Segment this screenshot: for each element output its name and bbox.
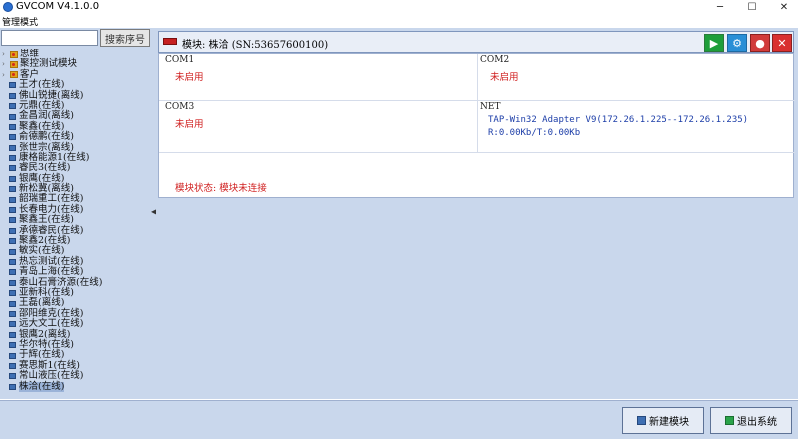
device-icon [9,113,16,120]
exit-icon [725,416,734,425]
close-icon: ✕ [777,36,787,50]
play-icon: ▶ [709,36,719,50]
divider-row [159,100,795,101]
device-icon [9,300,16,307]
device-icon [9,259,16,265]
com2-box: COM2 未启用 [480,55,519,83]
app-icon [3,2,13,12]
search-input[interactable] [1,30,98,46]
device-icon [9,165,16,172]
com2-name: COM2 [480,55,510,65]
module-flag-icon [163,38,177,45]
device-icon [9,175,16,182]
device-icon [9,373,16,380]
stop-button[interactable]: ● [750,34,770,52]
device-icon [9,186,16,193]
net-traffic: R:0.00Kb/T:0.00Kb [488,128,581,138]
tree-item-label: 株洽(在线) [19,380,65,392]
device-icon [9,103,16,110]
device-icon [9,362,16,369]
device-icon [9,227,16,234]
com1-status: 未启用 [175,72,204,83]
settings-button[interactable]: ⚙ [727,34,747,52]
divider-vertical [477,54,478,152]
folder-icon [10,61,18,69]
menu-item-admin-mode[interactable]: 管理模式 [2,15,38,28]
device-icon [9,92,16,99]
module-panel: 模块: 株洽 (SN:53657600100) ▶ ⚙ ● ✕ COM1 未启用… [156,28,798,399]
folder-icon [10,71,18,79]
com3-box: COM3 未启用 [165,102,204,130]
com1-name: COM1 [165,55,195,65]
device-tree: › 思维 › 聚控测试模块 › 客户 王才(在线) 佛山锐捷(离线) 元鼎(在线) 金昌润(离线)… [0,49,150,399]
net-adapter: TAP-Win32 Adapter V9(172.26.1.225--172.2… [488,115,749,125]
close-module-button[interactable]: ✕ [772,34,792,52]
com2-status: 未启用 [490,72,519,83]
search-button[interactable]: 搜索序号 [100,29,150,47]
module-body: COM1 未启用 COM2 未启用 COM3 未启用 NET TAP-Win32… [158,53,795,198]
expand-arrow-icon[interactable]: › [2,59,9,69]
new-module-button[interactable]: 新建模块 [622,407,704,434]
net-name: NET [480,102,501,112]
new-module-icon [637,416,646,425]
device-tree-panel: 搜索序号 › 思维 › 聚控测试模块 › 客户 王才(在线) 佛山锐捷(离线) 元鼎(在线) 金昌… [0,28,152,399]
maximize-button[interactable]: ☐ [738,0,766,14]
gear-icon: ⚙ [732,36,742,50]
tree-item-label: 常山液压(在线) [19,370,84,382]
tree-device-item[interactable]: 株洽(在线) [0,380,150,392]
device-icon [9,248,16,255]
device-icon [9,238,16,245]
tree-device-item[interactable]: 远大文工(在线) [0,318,150,330]
exit-label: 退出系统 [737,417,777,428]
module-header: 模块: 株洽 (SN:53657600100) ▶ ⚙ ● ✕ [158,31,794,53]
device-icon [9,331,16,338]
expand-arrow-icon[interactable]: › [2,70,9,80]
device-icon [9,123,16,130]
device-icon [9,342,16,349]
new-module-label: 新建模块 [649,417,689,428]
device-icon [9,217,16,224]
device-icon [9,290,16,297]
device-icon [9,134,16,141]
title-bar: GVCOM V4.1.0.0 ─ ☐ ✕ [0,0,798,14]
stop-icon: ● [755,36,765,50]
device-icon [9,352,16,359]
divider-status [159,152,795,153]
device-icon [9,207,16,214]
tree-item-label: 远大文工(在线) [19,318,84,330]
com3-status: 未启用 [175,119,204,130]
tree-item-label: 俞德鹏(在线) [19,131,74,143]
menu-bar: 管理模式 [0,14,798,28]
device-icon [9,310,16,317]
device-icon [9,269,16,276]
expand-arrow-icon[interactable]: › [2,49,9,59]
bottom-bar: 新建模块 退出系统 [0,400,798,439]
com3-name: COM3 [165,102,195,112]
device-icon [9,155,16,162]
net-box: NET TAP-Win32 Adapter V9(172.26.1.225--1… [480,102,748,138]
device-icon [9,321,16,328]
device-icon [9,383,16,390]
module-status: 模块状态: 模块未连接 [175,183,267,194]
tree-device-item[interactable]: 俞德鹏(在线) [0,131,150,143]
folder-icon [10,50,18,58]
device-icon [9,144,16,151]
start-button[interactable]: ▶ [704,34,724,52]
module-title: 模块: 株洽 (SN:53657600100) [182,40,329,51]
tree-device-item[interactable]: 常山液压(在线) [0,370,150,382]
device-icon [9,279,16,286]
device-icon [9,196,16,203]
exit-button[interactable]: 退出系统 [710,407,792,434]
device-icon [9,82,16,89]
minimize-button[interactable]: ─ [706,0,734,14]
window-title: GVCOM V4.1.0.0 [16,1,100,12]
tree-device-item[interactable]: 王才(在线) [0,79,150,90]
close-window-button[interactable]: ✕ [770,0,798,14]
com1-box: COM1 未启用 [165,55,204,83]
